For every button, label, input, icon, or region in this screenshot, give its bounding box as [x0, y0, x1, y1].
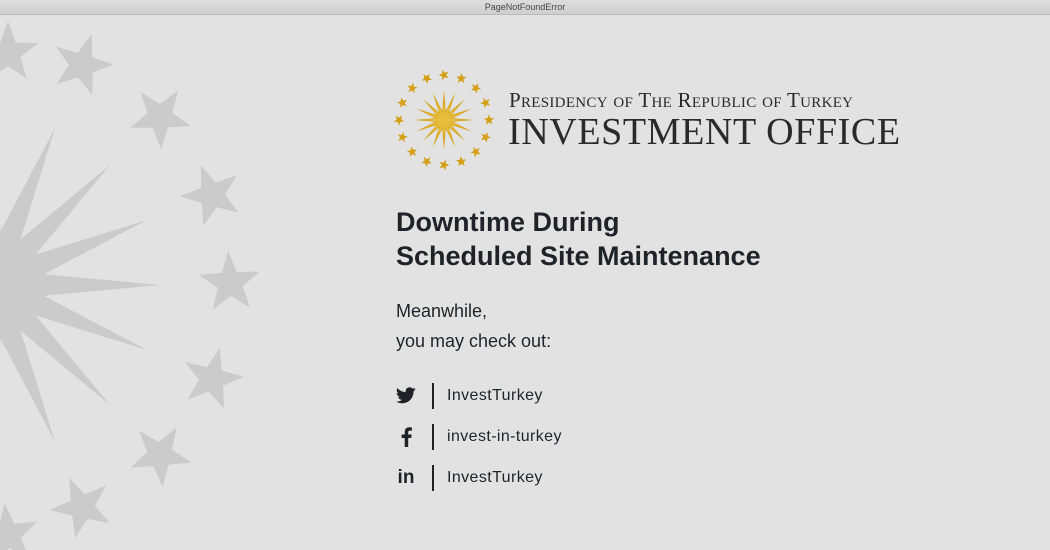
watermark-star-icon — [129, 90, 191, 149]
social-label-twitter: InvestTurkey — [447, 386, 543, 404]
investment-office-logo[interactable]: Presidency of The Republic of Turkey INV… — [394, 70, 900, 170]
watermark-star-icon — [184, 347, 244, 409]
watermark-star-icon — [180, 165, 239, 226]
maintenance-page: Presidency of The Republic of Turkey INV… — [0, 15, 1050, 550]
twitter-icon — [396, 386, 416, 406]
social-link-twitter[interactable]: InvestTurkey — [396, 375, 562, 416]
logo-investment-office-text: INVESTMENT OFFICE — [508, 111, 901, 153]
intro-line-1: Meanwhile, — [396, 301, 488, 321]
social-link-linkedin[interactable]: in InvestTurkey — [396, 457, 562, 498]
watermark-star-icon — [199, 251, 260, 310]
social-link-facebook[interactable]: invest-in-turkey — [396, 416, 562, 457]
watermark-sun-icon — [0, 127, 160, 443]
watermark-star-icon — [55, 34, 114, 96]
social-label-facebook: invest-in-turkey — [447, 427, 562, 445]
presidential-seal-icon — [394, 70, 494, 170]
page-title-line-2: Scheduled Site Maintenance — [396, 241, 761, 271]
watermark-star-icon — [0, 503, 38, 550]
social-separator — [432, 382, 434, 409]
page-title: Downtime During Scheduled Site Maintenan… — [396, 205, 761, 273]
page-title-line-1: Downtime During — [396, 207, 620, 237]
intro-line-2: you may check out: — [396, 331, 552, 351]
social-links: InvestTurkey invest-in-turkey in InvestT… — [396, 375, 562, 498]
social-separator — [432, 423, 434, 450]
intro-text: Meanwhile, you may check out: — [396, 296, 551, 356]
window-titlebar: PageNotFoundError — [0, 0, 1050, 15]
facebook-icon — [396, 426, 416, 447]
linkedin-icon: in — [397, 466, 415, 488]
social-label-linkedin: InvestTurkey — [447, 468, 543, 486]
emblem-watermark — [0, 21, 260, 550]
window-title: PageNotFoundError — [484, 2, 566, 12]
watermark-star-icon — [130, 427, 192, 487]
watermark-star-icon — [50, 477, 110, 539]
watermark-star-icon — [0, 21, 39, 79]
social-separator — [432, 464, 434, 491]
